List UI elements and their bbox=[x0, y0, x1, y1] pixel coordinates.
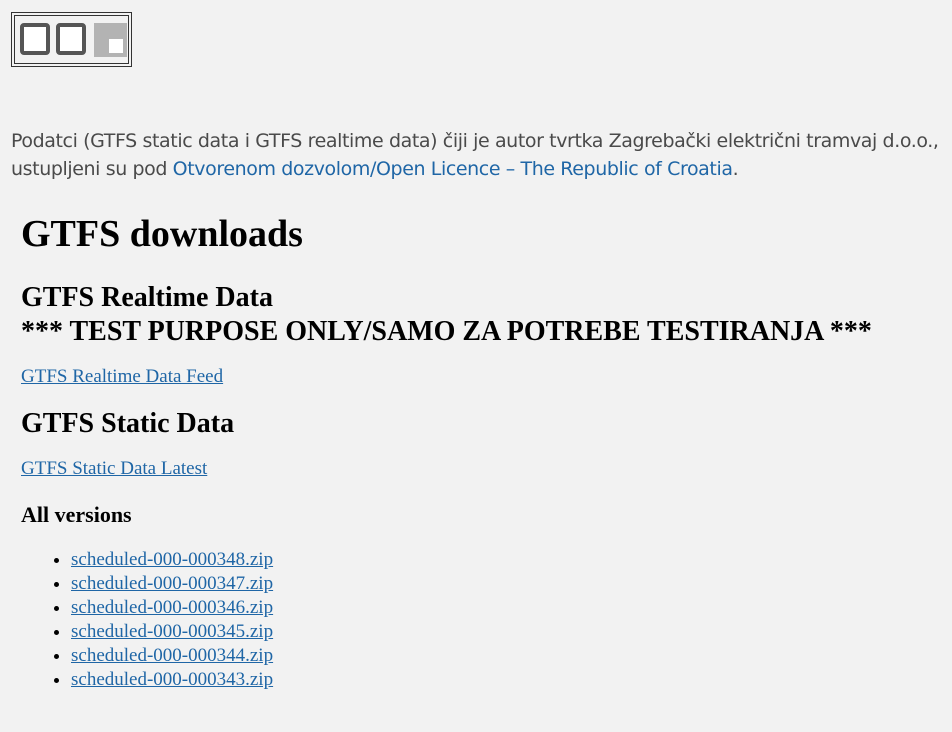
list-item: scheduled-000-000346.zip bbox=[71, 596, 952, 620]
list-item: scheduled-000-000343.zip bbox=[71, 668, 952, 692]
licence-notice: Podatci (GTFS static data i GTFS realtim… bbox=[11, 127, 946, 183]
site-logo[interactable] bbox=[11, 12, 132, 67]
list-item: scheduled-000-000347.zip bbox=[71, 572, 952, 596]
version-download-link[interactable]: scheduled-000-000347.zip bbox=[71, 573, 273, 594]
realtime-heading-text: GTFS Realtime Data bbox=[21, 282, 273, 313]
main-content: GTFS downloads GTFS Realtime Data *** TES… bbox=[21, 208, 952, 692]
version-download-link[interactable]: scheduled-000-000348.zip bbox=[71, 549, 273, 570]
version-download-link[interactable]: scheduled-000-000343.zip bbox=[71, 669, 273, 690]
version-download-link[interactable]: scheduled-000-000344.zip bbox=[71, 645, 273, 666]
version-download-link[interactable]: scheduled-000-000346.zip bbox=[71, 597, 273, 618]
list-item: scheduled-000-000348.zip bbox=[71, 548, 952, 572]
realtime-heading: GTFS Realtime Data *** TEST PURPOSE ONLY/… bbox=[21, 281, 952, 349]
gtfs-logo-icon bbox=[14, 15, 129, 64]
version-download-link[interactable]: scheduled-000-000345.zip bbox=[71, 621, 273, 642]
all-versions-heading: All versions bbox=[21, 502, 132, 527]
list-item: scheduled-000-000345.zip bbox=[71, 620, 952, 644]
static-latest-link[interactable]: GTFS Static Data Latest bbox=[21, 458, 207, 479]
page-title: GTFS downloads bbox=[21, 213, 303, 255]
list-item: scheduled-000-000344.zip bbox=[71, 644, 952, 668]
realtime-feed-link[interactable]: GTFS Realtime Data Feed bbox=[21, 366, 223, 387]
logo-square-2 bbox=[56, 23, 86, 55]
logo-square-1 bbox=[20, 23, 50, 55]
versions-list: scheduled-000-000348.zip scheduled-000-0… bbox=[21, 548, 952, 692]
static-latest-paragraph: GTFS Static Data Latest bbox=[21, 457, 952, 482]
licence-suffix: . bbox=[732, 158, 739, 180]
logo-square-3 bbox=[94, 23, 127, 57]
realtime-feed-paragraph: GTFS Realtime Data Feed bbox=[21, 365, 952, 390]
open-licence-link[interactable]: Otvorenom dozvolom/Open Licence – The Re… bbox=[173, 158, 733, 180]
test-purpose-notice: *** TEST PURPOSE ONLY/SAMO ZA POTREBE TE… bbox=[21, 316, 872, 347]
static-heading: GTFS Static Data bbox=[21, 408, 235, 439]
